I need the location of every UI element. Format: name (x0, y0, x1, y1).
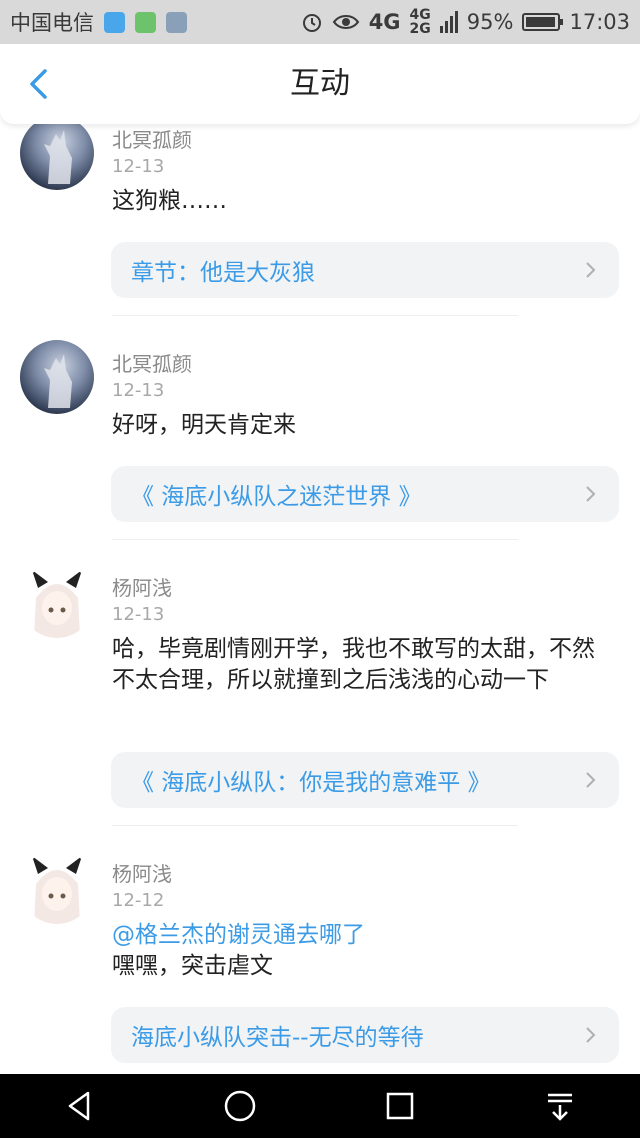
clock: 17:03 (569, 10, 630, 34)
chevron-right-icon (586, 1027, 596, 1043)
book-link-card[interactable]: 《 海底小纵队：你是我的意难平 》 (111, 752, 619, 808)
eye-icon (332, 15, 359, 29)
interaction-list[interactable]: 北冥孤颜 12-13 这狗粮…… 章节：他是大灰狼 北冥孤颜 12-13 好呀，… (0, 124, 640, 1074)
battery-percent: 95% (466, 10, 514, 34)
app-notification-icon (104, 11, 125, 33)
nav-home-button[interactable] (210, 1076, 270, 1136)
signal-icon (439, 11, 458, 33)
girl-avatar[interactable] (20, 564, 94, 638)
nav-notification-button[interactable] (530, 1076, 590, 1136)
book-link-card[interactable]: 《 海底小纵队之迷茫世界 》 (111, 466, 619, 522)
comment-date: 12-12 (112, 890, 165, 911)
link-title: 章节：他是大灰狼 (131, 260, 315, 286)
chevron-right-icon (586, 262, 596, 278)
anime-girl-icon (32, 856, 82, 924)
battery-fill (526, 17, 555, 27)
link-title: 海底小纵队突击--无尽的等待 (131, 1025, 424, 1051)
pull-down-icon (548, 1093, 572, 1121)
battery-icon (522, 13, 564, 31)
nav-back-button[interactable] (50, 1076, 110, 1136)
chevron-right-icon (586, 772, 596, 788)
username[interactable]: 北冥孤颜 (112, 124, 192, 153)
comment-body: @格兰杰的谢灵通去哪了 嘿嘿，突击虐文 (112, 920, 617, 982)
list-item: 杨阿浅 12-12 @格兰杰的谢灵通去哪了 嘿嘿，突击虐文 海底小纵队突击--无… (0, 826, 640, 1074)
dual-network-indicator: 4G 2G (409, 7, 431, 37)
comment-text: 哈，毕竟剧情刚开学，我也不敢写的太甜，不然不太合理，所以就撞到之后浅浅的心动一下 (112, 636, 595, 693)
link-title: 《 海底小纵队：你是我的意难平 》 (131, 770, 491, 796)
comment-text: 好呀，明天肯定来 (112, 412, 296, 438)
app-notification-icon (135, 11, 156, 33)
anime-girl-icon (32, 570, 82, 638)
alarm-icon (302, 14, 321, 32)
chevron-right-icon (586, 486, 596, 502)
mention-link[interactable]: @格兰杰的谢灵通去哪了 (112, 920, 617, 951)
wolf-icon (44, 130, 72, 184)
username[interactable]: 北冥孤颜 (112, 348, 192, 377)
wolf-avatar[interactable] (20, 124, 94, 190)
status-bar: 中国电信 4G 4G 2G 95% 17:03 (0, 0, 640, 44)
comment-text: 嘿嘿，突击虐文 (112, 953, 273, 979)
comment-text: 这狗粮…… (112, 188, 227, 214)
nav-recents-button[interactable] (370, 1076, 430, 1136)
carrier-name: 中国电信 (10, 11, 94, 35)
page-title: 互动 (290, 66, 350, 101)
username[interactable]: 杨阿浅 (112, 858, 172, 887)
triangle-back-icon (68, 1091, 90, 1121)
list-item: 北冥孤颜 12-13 好呀，明天肯定来 《 海底小纵队之迷茫世界 》 (0, 316, 640, 540)
circle-home-icon (224, 1090, 256, 1122)
network-type: 4G (368, 10, 401, 34)
chapter-link-card[interactable]: 章节：他是大灰狼 (111, 242, 619, 298)
comment-date: 12-13 (112, 156, 165, 177)
username[interactable]: 杨阿浅 (112, 572, 172, 601)
comment-date: 12-13 (112, 380, 165, 401)
girl-avatar[interactable] (20, 850, 94, 924)
wolf-icon (44, 354, 72, 408)
system-navigation-bar (0, 1074, 640, 1138)
chevron-left-icon (30, 69, 47, 99)
square-recents-icon (386, 1092, 414, 1120)
list-item: 北冥孤颜 12-13 这狗粮…… 章节：他是大灰狼 (0, 124, 640, 316)
back-button[interactable] (16, 62, 60, 106)
wolf-avatar[interactable] (20, 340, 94, 414)
gallery-notification-icon (166, 11, 187, 33)
book-link-card[interactable]: 海底小纵队突击--无尽的等待 (111, 1007, 619, 1063)
link-title: 《 海底小纵队之迷茫世界 》 (131, 484, 422, 510)
comment-date: 12-13 (112, 604, 165, 625)
app-header: 互动 (0, 44, 640, 124)
list-item: 杨阿浅 12-13 哈，毕竟剧情刚开学，我也不敢写的太甜，不然不太合理，所以就撞… (0, 540, 640, 826)
